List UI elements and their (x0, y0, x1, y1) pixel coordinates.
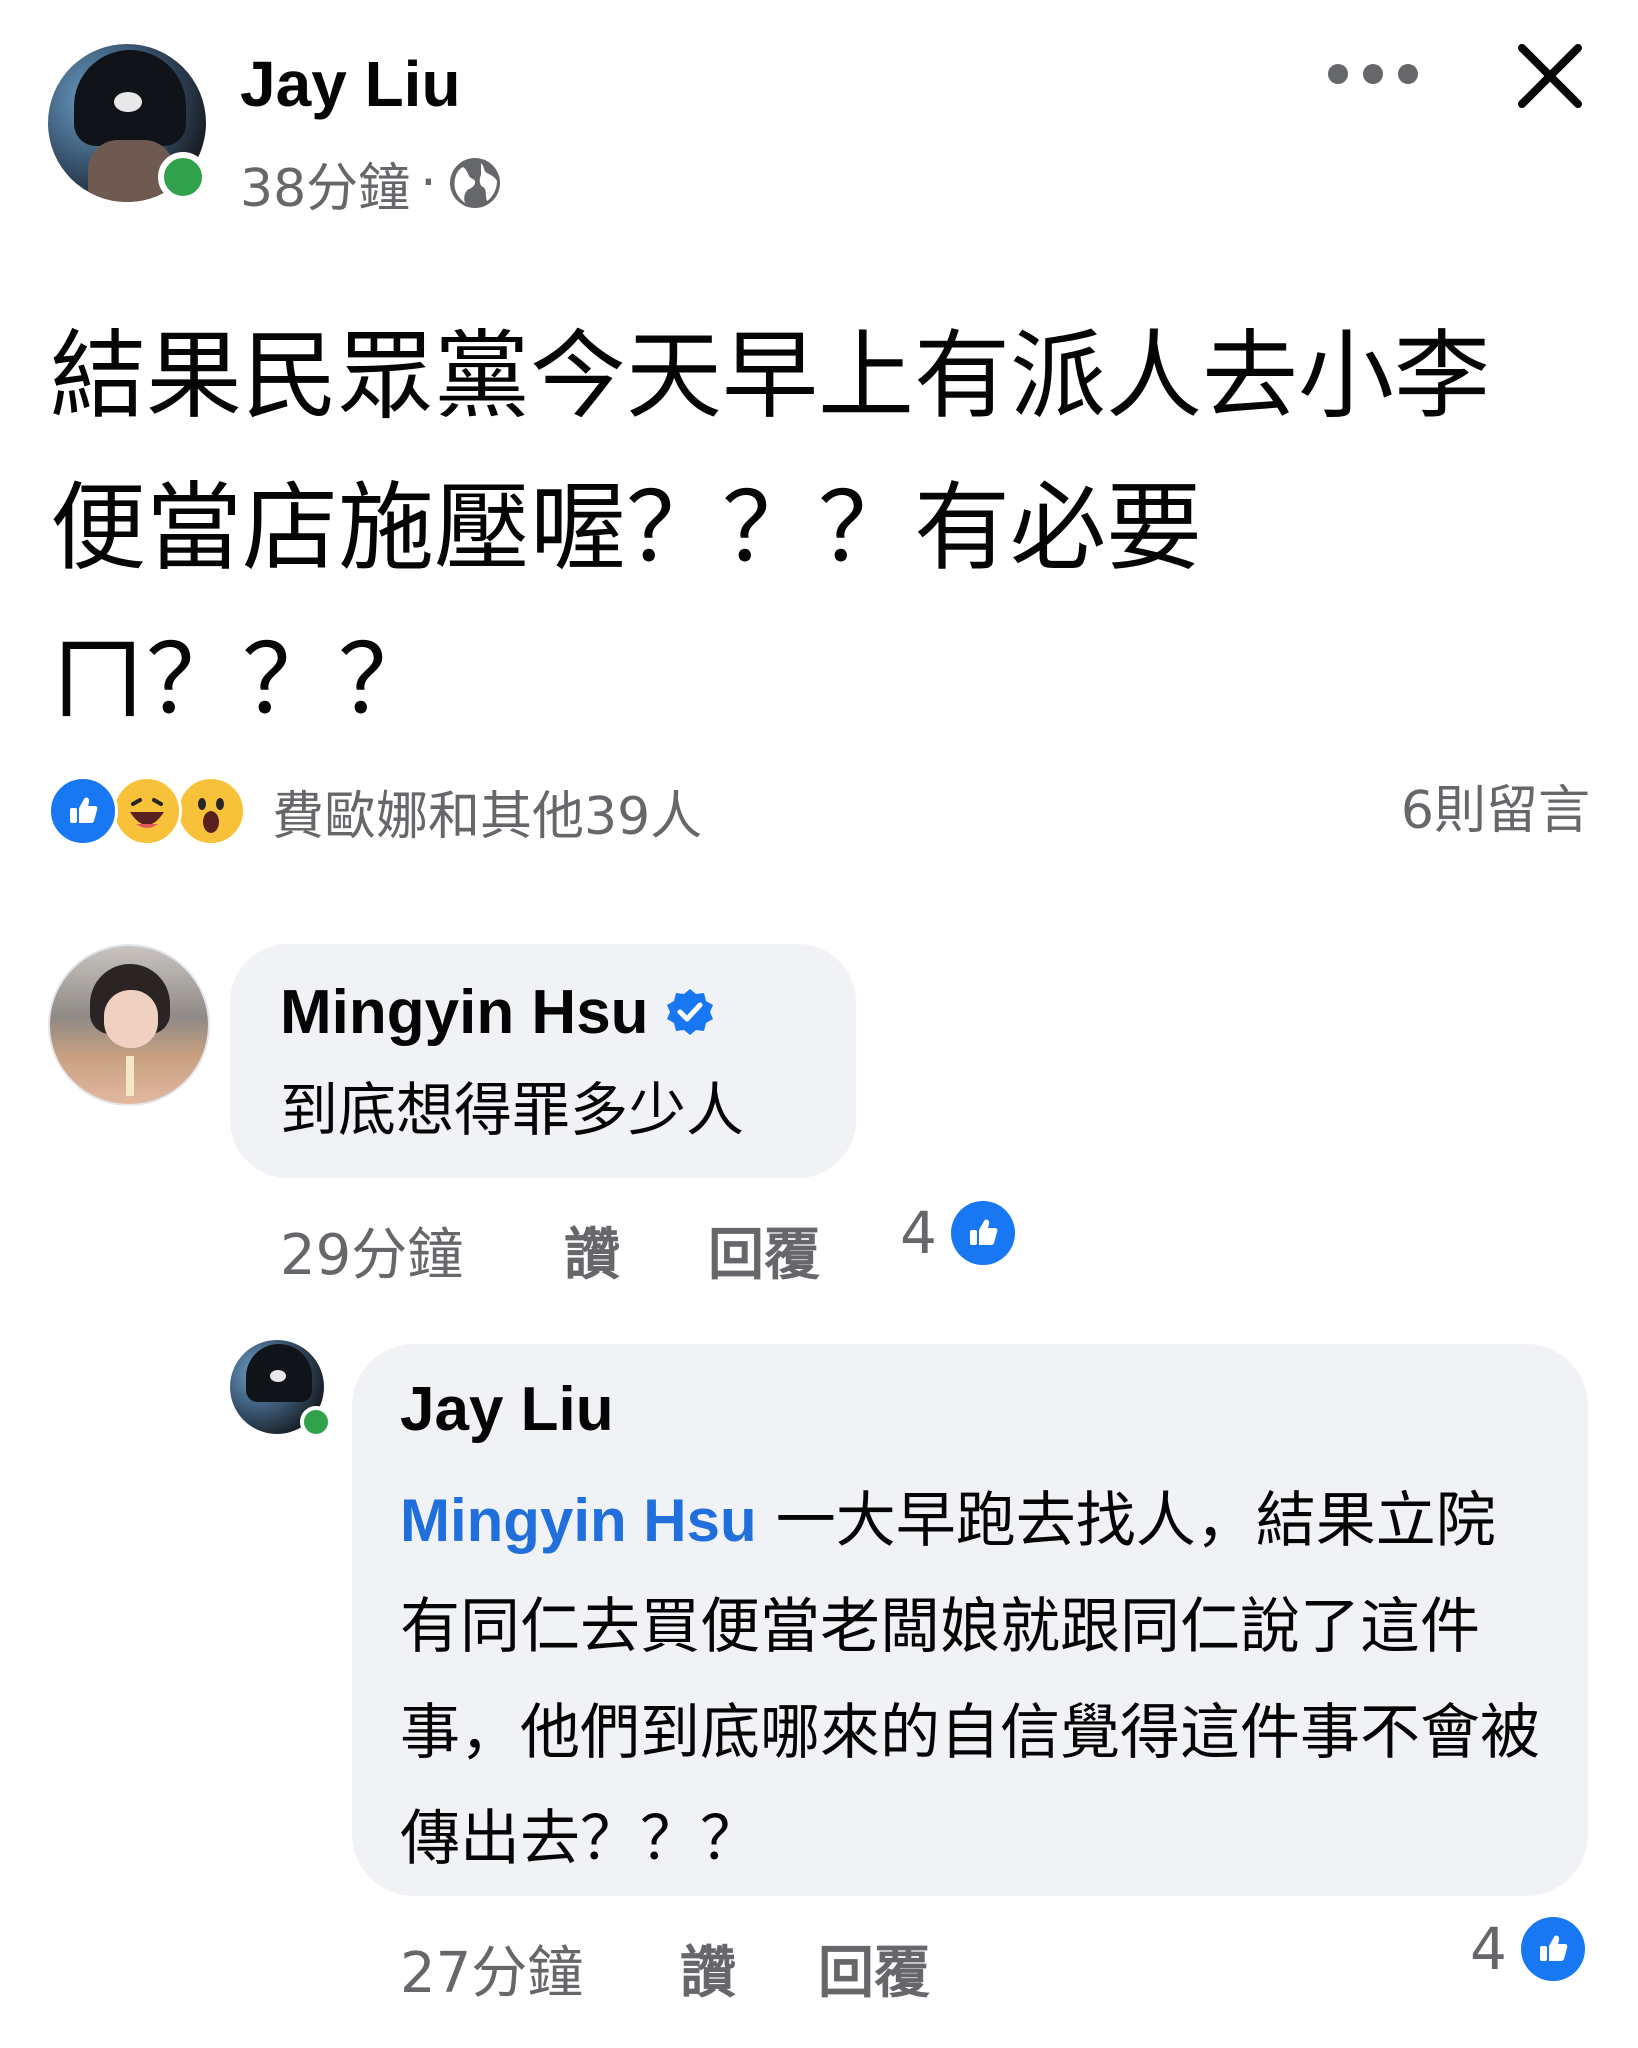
verified-badge-icon (666, 989, 713, 1035)
comment-reply-button[interactable]: 回覆 (708, 1210, 820, 1291)
haha-reaction-icon (112, 776, 182, 846)
wow-reaction-icon (176, 776, 246, 846)
reply-text: Mingyin Hsu 一大早跑去找人，結果立院有同仁去買便當老闆娘就跟同仁說了… (400, 1468, 1550, 1892)
more-dot (1328, 64, 1348, 84)
like-badge-icon (1520, 1917, 1585, 1981)
comment-like-count[interactable]: 4 (900, 1196, 1015, 1270)
online-status-icon (300, 1406, 332, 1438)
like-badge-icon (950, 1201, 1015, 1265)
laughing-face-icon (119, 783, 175, 839)
reply-like-button[interactable]: 讚 (680, 1928, 818, 2009)
reactions-text[interactable]: 費歐娜和其他39人 (272, 774, 702, 849)
thumbs-up-icon (1539, 1935, 1568, 1961)
comments-count[interactable]: 6則留言 (1260, 776, 1590, 846)
reply-time[interactable]: 27分鐘 (400, 1928, 680, 2009)
reply-like-count[interactable]: 4 (1470, 1912, 1585, 1986)
thumbs-up-icon (70, 797, 98, 823)
like-count-number: 4 (1470, 1915, 1507, 1983)
comment-time[interactable]: 29分鐘 (280, 1210, 564, 1291)
close-icon[interactable] (1510, 36, 1590, 116)
cap-logo (270, 1370, 286, 1382)
thumbs-up-icon (969, 1219, 998, 1245)
mention-link[interactable]: Mingyin Hsu (400, 1487, 757, 1554)
post-meta: 38分鐘 · (240, 150, 503, 219)
comment-actions: 29分鐘 讚 回覆 (280, 1210, 820, 1290)
like-count-number: 4 (900, 1199, 937, 1267)
candle-shape (126, 1056, 134, 1096)
comment-text: 到底想得罪多少人 (280, 1076, 745, 1144)
comment-author-name[interactable]: Mingyin Hsu (280, 977, 649, 1048)
reactions-summary[interactable]: 費歐娜和其他39人 (48, 774, 702, 849)
face-shape (104, 990, 158, 1048)
globe-icon[interactable] (447, 155, 503, 211)
post-body-text: 結果民眾黨今天早上有派人去小李 便當店施壓喔？？？有必要 ㄇ？？？ (50, 320, 1490, 736)
reply-reply-button[interactable]: 回覆 (818, 1928, 930, 2009)
cap-logo (114, 92, 142, 112)
more-dot (1363, 64, 1383, 84)
meta-separator: · (420, 153, 437, 213)
reply-author-name[interactable]: Jay Liu (400, 1370, 614, 1450)
like-reaction-icon (48, 776, 118, 846)
more-options-icon[interactable] (1328, 54, 1418, 94)
commenter-avatar[interactable] (48, 944, 210, 1106)
comment-author[interactable]: Mingyin Hsu (280, 972, 715, 1052)
post-author-name[interactable]: Jay Liu (240, 44, 461, 124)
comment-like-button[interactable]: 讚 (564, 1210, 708, 1291)
reply-actions: 27分鐘 讚 回覆 (400, 1928, 930, 2008)
post-time[interactable]: 38分鐘 (240, 146, 410, 221)
more-dot (1398, 64, 1418, 84)
online-status-icon (158, 152, 208, 202)
surprised-face-icon (183, 783, 239, 839)
